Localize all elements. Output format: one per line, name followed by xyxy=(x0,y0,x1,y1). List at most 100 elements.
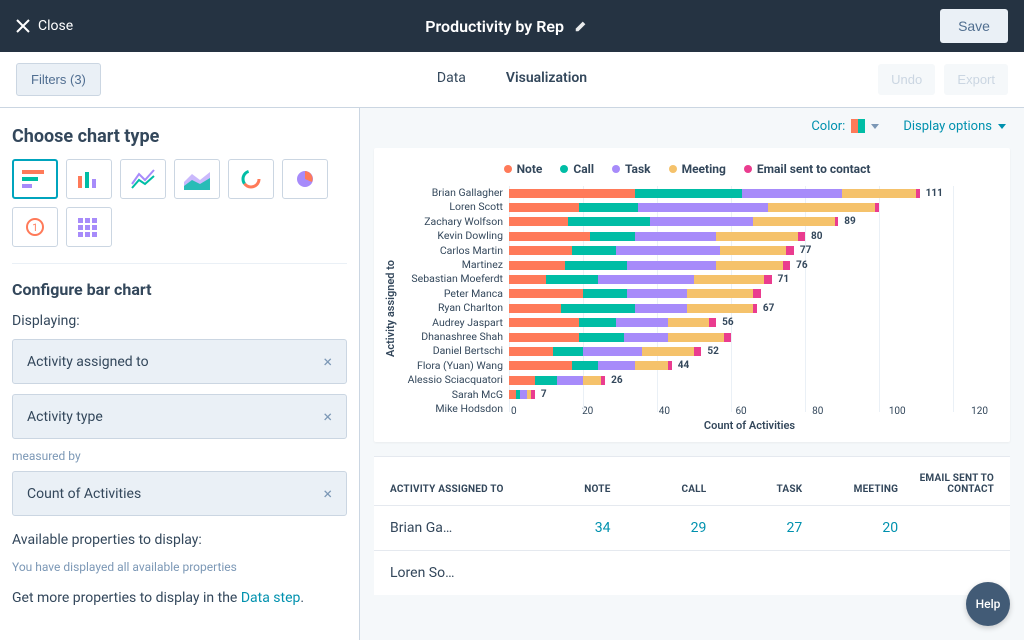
bar-segment-note[interactable] xyxy=(509,203,579,212)
cell-value[interactable]: 27 xyxy=(706,520,802,536)
bar-segment-task[interactable] xyxy=(635,304,687,313)
bar-segment-task[interactable] xyxy=(627,261,716,270)
bar-segment-note[interactable] xyxy=(509,232,590,241)
chart-bar-row[interactable]: 111 xyxy=(509,186,990,200)
bar-segment-task[interactable] xyxy=(583,347,642,356)
bar-segment-note[interactable] xyxy=(509,304,561,313)
legend-task[interactable]: Task xyxy=(612,162,651,176)
bar-segment-task[interactable] xyxy=(635,232,716,241)
bar-segment-task[interactable] xyxy=(616,246,720,255)
bar-segment-call[interactable] xyxy=(579,318,616,327)
table-col-header[interactable]: CALL xyxy=(611,484,707,495)
legend-email[interactable]: Email sent to contact xyxy=(744,162,871,176)
chart-type-pie[interactable] xyxy=(282,159,328,199)
chart-bar-row[interactable]: 76 xyxy=(509,258,990,272)
bar-segment-call[interactable] xyxy=(568,217,649,226)
bar-segment-note[interactable] xyxy=(509,361,572,370)
export-button[interactable]: Export xyxy=(944,64,1008,95)
bar-segment-task[interactable] xyxy=(616,318,668,327)
bar-segment-meeting[interactable] xyxy=(687,289,754,298)
display-pill-activity-type[interactable]: Activity type × xyxy=(12,394,347,439)
bar-segment-email[interactable] xyxy=(916,189,920,198)
bar-segment-meeting[interactable] xyxy=(668,318,709,327)
bar-segment-email[interactable] xyxy=(694,347,701,356)
remove-icon[interactable]: × xyxy=(323,352,332,371)
measure-pill[interactable]: Count of Activities × xyxy=(12,471,347,516)
bar-segment-call[interactable] xyxy=(572,361,598,370)
bar-segment-meeting[interactable] xyxy=(635,361,668,370)
chart-type-table[interactable] xyxy=(66,207,112,247)
cell-value[interactable] xyxy=(706,565,802,581)
bar-segment-note[interactable] xyxy=(509,347,553,356)
chart-bar-row[interactable]: 80 xyxy=(509,229,990,243)
bar-segment-meeting[interactable] xyxy=(668,333,724,342)
display-pill-activity-assigned[interactable]: Activity assigned to × xyxy=(12,339,347,384)
bar-segment-task[interactable] xyxy=(627,289,686,298)
bar-segment-note[interactable] xyxy=(509,217,568,226)
table-col-header[interactable]: EMAIL SENT TO CONTACT xyxy=(898,473,994,495)
cell-value[interactable]: 29 xyxy=(611,520,707,536)
bar-segment-email[interactable] xyxy=(783,261,790,270)
bar-segment-email[interactable] xyxy=(786,246,793,255)
bar-segment-meeting[interactable] xyxy=(842,189,916,198)
chart-type-area[interactable] xyxy=(174,159,220,199)
undo-button[interactable]: Undo xyxy=(878,64,935,95)
legend-note[interactable]: Note xyxy=(504,162,543,176)
chart-type-kpi[interactable]: 1 xyxy=(12,207,58,247)
bar-segment-call[interactable] xyxy=(561,304,635,313)
bar-segment-meeting[interactable] xyxy=(720,246,787,255)
chart-bar-row[interactable] xyxy=(509,330,990,344)
bar-segment-meeting[interactable] xyxy=(716,261,783,270)
bar-segment-call[interactable] xyxy=(546,275,598,284)
bar-segment-task[interactable] xyxy=(598,275,694,284)
bar-segment-call[interactable] xyxy=(579,333,623,342)
data-step-link[interactable]: Data step xyxy=(241,590,301,606)
bar-segment-note[interactable] xyxy=(509,318,579,327)
bar-segment-note[interactable] xyxy=(509,376,535,385)
bar-segment-note[interactable] xyxy=(509,289,583,298)
bar-segment-email[interactable] xyxy=(531,390,535,399)
legend-call[interactable]: Call xyxy=(560,162,594,176)
chart-bar-row[interactable] xyxy=(509,200,990,214)
table-col-header[interactable]: NOTE xyxy=(515,484,611,495)
bar-segment-task[interactable] xyxy=(742,189,842,198)
chart-bar-row[interactable]: 71 xyxy=(509,272,990,286)
bar-segment-note[interactable] xyxy=(509,390,516,399)
display-options[interactable]: Display options xyxy=(903,119,1006,134)
chart-bar-row[interactable]: 44 xyxy=(509,359,990,373)
chart-type-hbar[interactable] xyxy=(12,159,58,199)
cell-value[interactable] xyxy=(898,520,994,536)
bar-segment-email[interactable] xyxy=(709,318,716,327)
table-col-header[interactable]: MEETING xyxy=(802,484,898,495)
remove-icon[interactable]: × xyxy=(323,484,332,503)
bar-segment-meeting[interactable] xyxy=(768,203,875,212)
cell-value[interactable] xyxy=(611,565,707,581)
bar-segment-note[interactable] xyxy=(509,333,579,342)
chart-bar-row[interactable]: 89 xyxy=(509,215,990,229)
bar-segment-email[interactable] xyxy=(724,333,731,342)
bar-segment-meeting[interactable] xyxy=(583,376,602,385)
chart-type-donut[interactable] xyxy=(228,159,274,199)
bar-segment-call[interactable] xyxy=(572,246,616,255)
cell-value[interactable] xyxy=(515,565,611,581)
bar-segment-email[interactable] xyxy=(753,289,760,298)
bar-segment-call[interactable] xyxy=(583,289,627,298)
color-picker[interactable]: Color: xyxy=(811,119,879,134)
bar-segment-email[interactable] xyxy=(764,275,771,284)
bar-segment-meeting[interactable] xyxy=(642,347,694,356)
chart-bar-row[interactable]: 7 xyxy=(509,387,990,401)
save-button[interactable]: Save xyxy=(940,9,1008,43)
close-button[interactable]: Close xyxy=(16,18,73,34)
bar-segment-task[interactable] xyxy=(598,361,635,370)
bar-segment-note[interactable] xyxy=(509,261,565,270)
bar-segment-email[interactable] xyxy=(601,376,605,385)
chart-type-vbar[interactable] xyxy=(66,159,112,199)
chart-bar-row[interactable]: 26 xyxy=(509,373,990,387)
bar-segment-meeting[interactable] xyxy=(687,304,754,313)
bar-segment-meeting[interactable] xyxy=(694,275,764,284)
bar-segment-note[interactable] xyxy=(509,189,635,198)
chart-type-line[interactable] xyxy=(120,159,166,199)
bar-segment-task[interactable] xyxy=(624,333,668,342)
bar-segment-meeting[interactable] xyxy=(716,232,797,241)
table-col-header[interactable]: ACTIVITY ASSIGNED TO xyxy=(390,484,515,495)
